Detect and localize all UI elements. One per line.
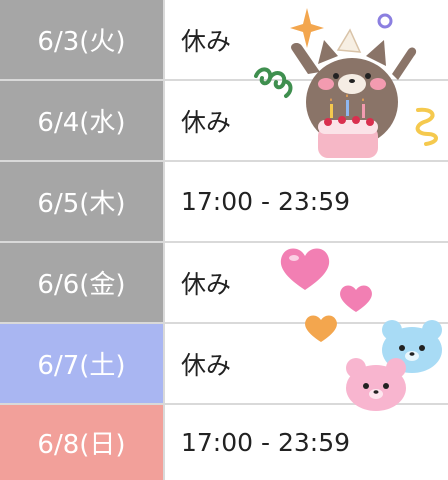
date-cell: 6/6(金) xyxy=(0,243,165,322)
schedule-row: 6/8(日) 17:00 - 23:59 xyxy=(0,405,448,480)
date-cell: 6/4(水) xyxy=(0,81,165,160)
schedule-row: 6/7(土) 休み xyxy=(0,324,448,405)
date-cell: 6/5(木) xyxy=(0,162,165,241)
schedule-row: 6/3(火) 休み xyxy=(0,0,448,81)
date-cell: 6/7(土) xyxy=(0,324,165,403)
schedule-row: 6/5(木) 17:00 - 23:59 xyxy=(0,162,448,243)
schedule-row: 6/4(水) 休み xyxy=(0,81,448,162)
date-cell: 6/3(火) xyxy=(0,0,165,79)
schedule-row: 6/6(金) 休み xyxy=(0,243,448,324)
hours-cell: 休み xyxy=(181,26,232,56)
schedule-table: 6/3(火) 休み 6/4(水) 休み 6/5(木) 17:00 - 23:59… xyxy=(0,0,448,480)
hours-cell: 17:00 - 23:59 xyxy=(181,187,351,216)
hours-cell: 17:00 - 23:59 xyxy=(181,428,351,457)
hours-cell: 休み xyxy=(181,350,232,380)
hours-cell: 休み xyxy=(181,107,232,137)
date-cell: 6/8(日) xyxy=(0,405,165,480)
hours-cell: 休み xyxy=(181,269,232,299)
